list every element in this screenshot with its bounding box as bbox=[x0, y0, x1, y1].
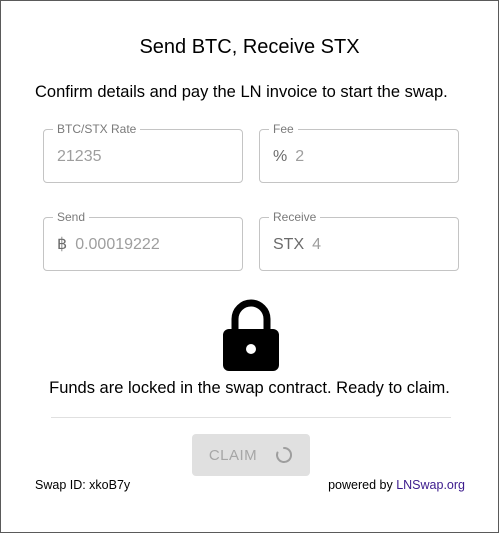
claim-button[interactable]: CLAIM bbox=[192, 434, 310, 476]
lnswap-link[interactable]: LNSwap.org bbox=[396, 478, 465, 492]
rate-field[interactable]: BTC/STX Rate 21235 bbox=[43, 122, 243, 183]
swap-id: Swap ID: xkoB7y bbox=[35, 478, 131, 492]
claim-button-label: CLAIM bbox=[208, 446, 258, 464]
divider bbox=[51, 417, 451, 418]
receive-field-content: STX 4 bbox=[273, 236, 321, 254]
fee-prefix: % bbox=[273, 148, 288, 165]
spinner-icon bbox=[276, 446, 293, 463]
fee-field[interactable]: Fee % 2 bbox=[259, 122, 459, 183]
send-field-content: ฿ 0.00019222 bbox=[57, 236, 160, 254]
powered-by: powered by LNSwap.org bbox=[328, 478, 465, 492]
status-text: Funds are locked in the swap contract. R… bbox=[49, 379, 450, 397]
bitcoin-icon: ฿ bbox=[57, 236, 68, 253]
receive-field[interactable]: Receive STX 4 bbox=[259, 210, 459, 271]
swap-dialog: Send BTC, Receive STX Confirm details an… bbox=[0, 0, 499, 533]
dialog-subtitle: Confirm details and pay the LN invoice t… bbox=[35, 83, 448, 101]
receive-field-label: Receive bbox=[269, 210, 321, 224]
fee-field-content: % 2 bbox=[273, 148, 304, 166]
send-field[interactable]: Send ฿ 0.00019222 bbox=[43, 210, 243, 271]
fee-field-value: 2 bbox=[295, 148, 305, 165]
rate-field-value: 21235 bbox=[57, 148, 102, 165]
receive-field-value: 4 bbox=[312, 236, 322, 253]
stx-prefix: STX bbox=[273, 236, 305, 253]
powered-by-text: powered by bbox=[328, 478, 393, 492]
send-field-label: Send bbox=[53, 210, 90, 224]
dialog-title: Send BTC, Receive STX bbox=[139, 36, 360, 58]
lock-icon bbox=[223, 299, 279, 371]
send-field-value: 0.00019222 bbox=[75, 236, 160, 253]
fee-field-label: Fee bbox=[269, 122, 298, 136]
rate-field-label: BTC/STX Rate bbox=[53, 122, 141, 136]
